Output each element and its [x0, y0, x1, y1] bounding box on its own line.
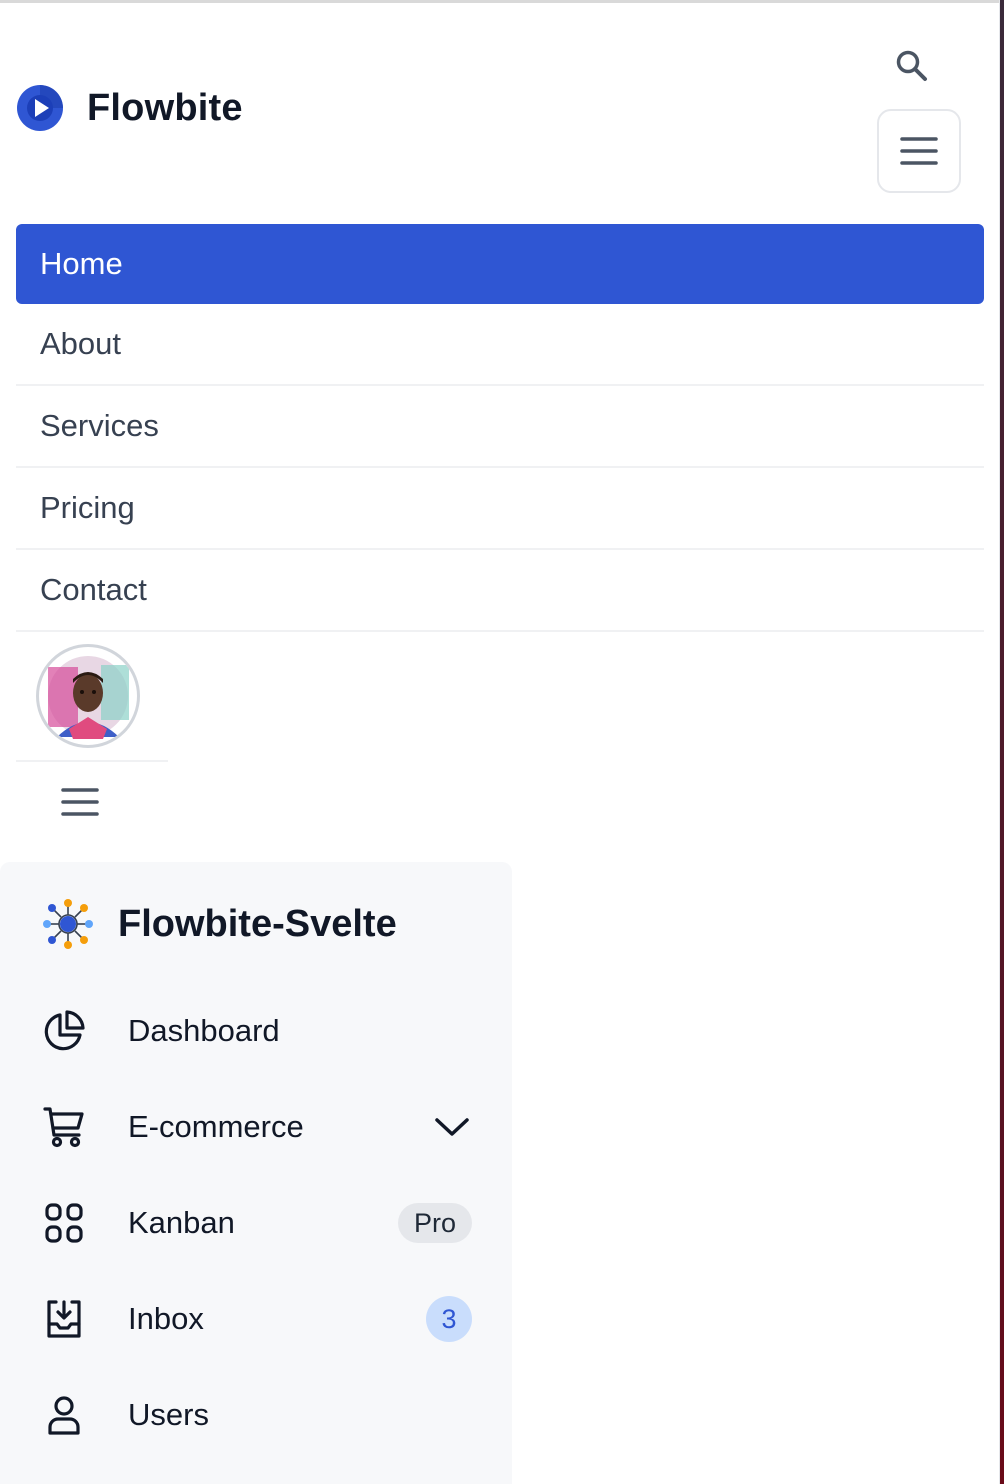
nav-link-pricing[interactable]: Pricing [16, 468, 984, 550]
hamburger-menu-icon [61, 788, 99, 816]
window-top-border [0, 0, 1004, 3]
user-avatar[interactable] [36, 644, 140, 748]
nav-menu: Home About Services Pricing Contact [16, 224, 984, 632]
cart-icon [43, 1107, 84, 1148]
sidebar-item-label: Inbox [128, 1301, 204, 1336]
secondary-menu-button[interactable] [58, 780, 102, 824]
sidebar-item-users[interactable]: Users [40, 1385, 472, 1445]
flowbite-svelte-logo-icon [43, 899, 93, 949]
nav-link-home[interactable]: Home [16, 224, 984, 304]
sidebar-item-kanban[interactable]: Kanban Pro [40, 1193, 472, 1253]
nav-link-about[interactable]: About [16, 304, 984, 386]
sidebar-item-ecommerce[interactable]: E-commerce [40, 1097, 472, 1157]
sidebar-item-label: Kanban [128, 1205, 235, 1240]
unread-count-badge: 3 [426, 1296, 472, 1342]
sidebar-item-label: Users [128, 1397, 209, 1432]
menu-toggle-button[interactable] [877, 109, 961, 193]
sidebar-brand[interactable]: Flowbite-Svelte [42, 898, 397, 950]
avatar-image [48, 656, 129, 739]
chevron-down-icon [435, 1118, 469, 1136]
avatar-row [16, 632, 168, 762]
nav-link-contact[interactable]: Contact [16, 550, 984, 632]
flowbite-logo-icon [17, 85, 63, 131]
sidebar-brand-name: Flowbite-Svelte [118, 902, 397, 945]
sidebar-item-dashboard[interactable]: Dashboard [40, 1001, 472, 1061]
user-icon [48, 1396, 80, 1435]
pro-badge: Pro [397, 1203, 472, 1243]
sidebar: Flowbite-Svelte Dashboard E-commerce Kan… [0, 862, 512, 1484]
sidebar-item-inbox[interactable]: Inbox 3 [40, 1289, 472, 1349]
grid-icon [45, 1203, 83, 1243]
window-edge [1000, 0, 1004, 1484]
navbar-brand[interactable]: Flowbite [16, 84, 243, 132]
search-icon [896, 50, 927, 81]
sidebar-item-label: Dashboard [128, 1013, 280, 1048]
nav-link-services[interactable]: Services [16, 386, 984, 468]
hamburger-menu-icon [900, 137, 938, 165]
brand-name: Flowbite [87, 86, 243, 129]
inbox-icon [47, 1300, 81, 1338]
search-button[interactable] [890, 44, 934, 88]
sidebar-item-label: E-commerce [128, 1109, 304, 1144]
expand-toggle[interactable] [432, 1107, 472, 1147]
chart-pie-icon [44, 1010, 85, 1051]
